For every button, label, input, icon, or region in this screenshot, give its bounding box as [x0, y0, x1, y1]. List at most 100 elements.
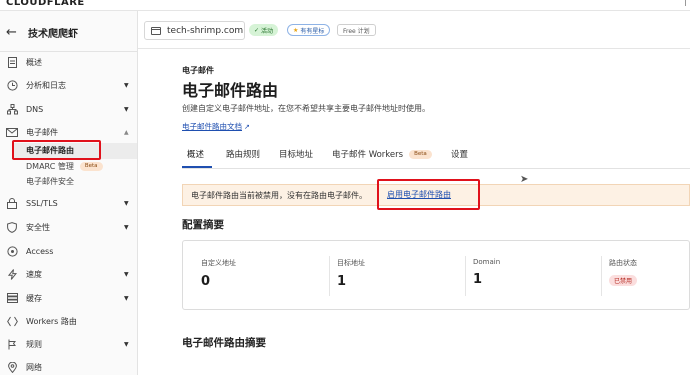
sidebar-item-label: 电子邮件 [26, 127, 58, 137]
routing-summary-title: 电子邮件路由摘要 [182, 337, 266, 349]
disabled-badge: 已禁用 [609, 275, 638, 286]
tab-routing-rules[interactable]: 路由规则 [226, 147, 260, 165]
beta-badge: Beta [409, 150, 432, 159]
stat-divider [465, 256, 466, 296]
chevron-down-icon: ▼ [124, 223, 129, 231]
sidebar-subitem-email-security[interactable]: 电子邮件安全 [26, 176, 74, 188]
sidebar-item-cache[interactable]: 缓存 ▼ [0, 288, 137, 308]
sidebar-item-label: 速度 [26, 269, 42, 279]
top-right-edge [685, 0, 686, 6]
tab-overview[interactable]: 概述 [187, 147, 204, 165]
sidebar-item-label: 安全性 [26, 222, 50, 232]
arrow-left-icon[interactable]: ← [6, 25, 22, 40]
clock-icon [6, 79, 18, 91]
chevron-down-icon: ▼ [124, 105, 129, 113]
sidebar-item-label: 网络 [26, 362, 42, 372]
lock-icon [6, 197, 18, 209]
mail-icon [6, 126, 18, 138]
sidebar-item-label: 分析和日志 [26, 80, 66, 90]
page-eyebrow: 电子邮件 [182, 66, 214, 75]
sitemap-icon [6, 103, 18, 115]
stat-divider [601, 256, 602, 296]
sidebar-item-ssl[interactable]: SSL/TLS ▼ [0, 193, 137, 213]
chevron-down-icon: ▼ [124, 340, 129, 348]
tab-label: 概述 [187, 150, 205, 160]
stat-value: 0 [201, 274, 211, 289]
chevron-down-icon: ▼ [124, 81, 129, 89]
sidebar-item-label: SSL/TLS [26, 198, 58, 208]
account-switcher[interactable]: ← 技术爬爬虾 [6, 23, 78, 41]
chevron-down-icon: ▼ [124, 270, 129, 278]
doc-icon [6, 56, 18, 68]
chevron-down-icon: ▼ [124, 199, 129, 207]
header-divider [138, 48, 690, 49]
banner-message: 电子邮件路由当前被禁用，没有在路由电子邮件。 [191, 190, 367, 200]
stat-domain: Domain 1 [473, 258, 500, 287]
stat-routing-status: 路由状态 已禁用 [609, 258, 638, 287]
chevron-up-icon: ▲ [124, 128, 129, 136]
stat-destination-addresses: 目标地址 1 [337, 258, 365, 289]
stat-divider [329, 256, 330, 296]
status-label: 活动 [261, 27, 274, 35]
sidebar-subitem-label: 电子邮件安全 [26, 177, 74, 186]
sidebar-item-label: Workers 路由 [26, 316, 77, 326]
highlight-box-sidebar [12, 140, 101, 160]
config-summary-card: 自定义地址 0 目标地址 1 Domain 1 路由状态 已禁用 [182, 240, 690, 310]
cloudflare-logo[interactable]: CLOUDFLARE [6, 0, 85, 8]
tab-email-workers[interactable]: 电子邮件 Workers Beta [332, 147, 432, 165]
tab-destination-addresses[interactable]: 目标地址 [279, 147, 313, 165]
sidebar-item-speed[interactable]: 速度 ▼ [0, 264, 137, 284]
plan-label: Free 计划 [343, 27, 370, 35]
status-badge: ✓ 活动 [249, 24, 279, 36]
check-icon: ✓ [254, 26, 260, 34]
tab-label: 设置 [451, 150, 469, 160]
sidebar-item-security[interactable]: 安全性 ▼ [0, 217, 137, 237]
sidebar-item-label: 概述 [26, 57, 42, 67]
sidebar-item-workers-routes[interactable]: Workers 路由 [0, 311, 137, 331]
sidebar-item-label: Access [26, 246, 54, 256]
beta-badge: Beta [79, 162, 103, 171]
tab-label: 路由规则 [226, 150, 261, 160]
shield-icon [6, 221, 18, 233]
cache-icon [6, 292, 18, 304]
sidebar-item-network[interactable]: 网络 [0, 357, 137, 375]
stat-label: Domain [473, 258, 501, 266]
highlight-box-banner [377, 179, 480, 210]
sidebar-item-access[interactable]: Access [0, 241, 137, 261]
stat-value: 1 [337, 274, 347, 289]
stat-label: 目标地址 [337, 259, 365, 267]
domain-name: tech-shrimp.com [167, 25, 244, 36]
app-window: CLOUDFLARE ← 技术爬爬虾 概述 分析和日志 ▼ DNS ▼ 电子邮件 [0, 0, 690, 375]
location-icon [6, 361, 18, 373]
sidebar-item-label: 缓存 [26, 293, 42, 303]
star-label: 有有星标 [300, 27, 325, 35]
sidebar-item-label: 规则 [26, 339, 42, 349]
stat-value: 1 [473, 272, 483, 287]
star-badge[interactable]: ★ 有有星标 [287, 24, 331, 36]
sidebar-item-email[interactable]: 电子邮件 ▲ [0, 122, 137, 142]
tab-settings[interactable]: 设置 [451, 147, 468, 165]
bolt-icon [6, 268, 18, 280]
workers-icon [6, 315, 18, 327]
stat-custom-addresses: 自定义地址 0 [201, 258, 236, 289]
sidebar-item-overview[interactable]: 概述 [0, 52, 137, 72]
access-icon [6, 245, 18, 257]
stat-label: 路由状态 [609, 259, 637, 267]
sidebar-item-rules[interactable]: 规则 ▼ [0, 334, 137, 354]
tab-label: 电子邮件 Workers [332, 150, 404, 160]
sidebar-item-label: DNS [26, 104, 44, 114]
config-summary-title: 配置摘要 [182, 219, 224, 231]
plan-badge[interactable]: Free 计划 [337, 24, 376, 36]
account-name: 技术爬爬虾 [28, 28, 78, 40]
sidebar-subitem-label: DMARC 管理 [26, 162, 74, 171]
tab-label: 目标地址 [279, 150, 314, 160]
browser-icon [151, 26, 161, 35]
sidebar-item-dns[interactable]: DNS ▼ [0, 99, 137, 119]
external-link-icon: ↗ [244, 123, 250, 131]
docs-link-label: 电子邮件路由文档 [182, 122, 242, 131]
docs-link[interactable]: 电子邮件路由文档 ↗ [182, 121, 250, 132]
sidebar-item-analytics[interactable]: 分析和日志 ▼ [0, 75, 137, 95]
domain-selector[interactable]: tech-shrimp.com [144, 21, 245, 40]
chevron-down-icon: ▼ [124, 294, 129, 302]
sidebar-subitem-dmarc[interactable]: DMARC 管理 Beta [26, 161, 103, 173]
